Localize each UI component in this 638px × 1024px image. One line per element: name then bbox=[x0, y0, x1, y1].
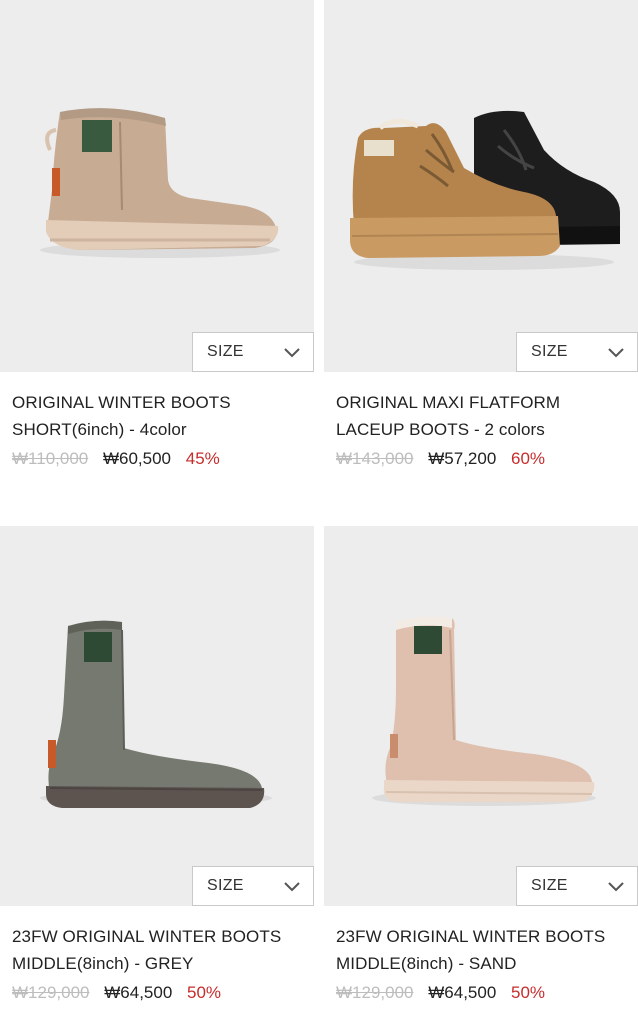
product-info: 23FW ORIGINAL WINTER BOOTS MIDDLE(8inch)… bbox=[0, 906, 314, 1004]
product-card[interactable]: SIZE 23FW ORIGINAL WINTER BOOTS MIDDLE(8… bbox=[324, 526, 638, 1004]
chevron-down-icon bbox=[608, 348, 624, 358]
product-name-line1[interactable]: ORIGINAL MAXI FLATFORM bbox=[336, 389, 638, 416]
size-label: SIZE bbox=[531, 343, 568, 360]
sale-price: ₩60,500 bbox=[102, 449, 172, 468]
sale-price: ₩64,500 bbox=[104, 983, 173, 1002]
size-dropdown[interactable]: SIZE bbox=[516, 866, 638, 906]
product-name-line1[interactable]: 23FW ORIGINAL WINTER BOOTS bbox=[336, 923, 638, 950]
product-name-line1[interactable]: ORIGINAL WINTER BOOTS bbox=[12, 389, 314, 416]
product-info: 23FW ORIGINAL WINTER BOOTS MIDDLE(8inch)… bbox=[324, 906, 638, 1004]
discount-rate: 50% bbox=[187, 983, 222, 1002]
chevron-down-icon bbox=[608, 882, 624, 892]
product-card[interactable]: SIZE ORIGINAL WINTER BOOTS SHORT(6inch) … bbox=[0, 0, 314, 470]
size-dropdown[interactable]: SIZE bbox=[192, 332, 314, 372]
product-name-line2[interactable]: LACEUP BOOTS - 2 colors bbox=[336, 416, 638, 443]
product-image[interactable]: SIZE bbox=[0, 0, 314, 372]
size-label: SIZE bbox=[207, 343, 244, 360]
size-label: SIZE bbox=[207, 877, 244, 894]
discount-rate: 60% bbox=[511, 449, 546, 468]
sale-price: ₩57,200 bbox=[428, 449, 497, 468]
product-grid: SIZE ORIGINAL WINTER BOOTS SHORT(6inch) … bbox=[0, 0, 638, 1024]
original-price: ₩110,000 bbox=[12, 449, 89, 468]
product-name-line1[interactable]: 23FW ORIGINAL WINTER BOOTS bbox=[12, 923, 314, 950]
original-price: ₩143,000 bbox=[336, 449, 414, 468]
boot-grey-image bbox=[40, 620, 272, 808]
price-row: ₩129,000 ₩64,500 50% bbox=[12, 982, 314, 1004]
product-card[interactable]: SIZE 23FW ORIGINAL WINTER BOOTS MIDDLE(8… bbox=[0, 526, 314, 1004]
discount-rate: 50% bbox=[511, 983, 546, 1002]
boot-platform-image bbox=[350, 110, 620, 270]
product-name-line2[interactable]: MIDDLE(8inch) - SAND bbox=[336, 950, 638, 977]
sale-price: ₩64,500 bbox=[428, 983, 497, 1002]
product-name[interactable]: 23FW ORIGINAL WINTER BOOTS MIDDLE(8inch)… bbox=[336, 923, 638, 977]
product-info: ORIGINAL WINTER BOOTS SHORT(6inch) - 4co… bbox=[0, 372, 314, 470]
price-row: ₩110,000 ₩60,500 45% bbox=[12, 448, 314, 470]
price-row: ₩143,000 ₩57,200 60% bbox=[336, 448, 638, 470]
boot-sand-image bbox=[372, 616, 596, 806]
chevron-down-icon bbox=[284, 882, 300, 892]
discount-rate: 45% bbox=[185, 449, 220, 468]
boot-short-image bbox=[40, 108, 280, 258]
product-name-line2[interactable]: SHORT(6inch) - 4color bbox=[12, 416, 314, 443]
size-dropdown[interactable]: SIZE bbox=[192, 866, 314, 906]
size-label: SIZE bbox=[531, 877, 568, 894]
product-info: ORIGINAL MAXI FLATFORM LACEUP BOOTS - 2 … bbox=[324, 372, 638, 470]
price-row: ₩129,000 ₩64,500 50% bbox=[336, 982, 638, 1004]
product-card[interactable]: SIZE ORIGINAL MAXI FLATFORM LACEUP BOOTS… bbox=[324, 0, 638, 470]
original-price: ₩129,000 bbox=[336, 983, 414, 1002]
chevron-down-icon bbox=[284, 348, 300, 358]
product-image[interactable]: SIZE bbox=[324, 526, 638, 906]
product-name-line2[interactable]: MIDDLE(8inch) - GREY bbox=[12, 950, 314, 977]
product-name[interactable]: ORIGINAL WINTER BOOTS SHORT(6inch) - 4co… bbox=[12, 389, 314, 443]
product-name[interactable]: 23FW ORIGINAL WINTER BOOTS MIDDLE(8inch)… bbox=[12, 923, 314, 977]
original-price: ₩129,000 bbox=[12, 983, 90, 1002]
product-name[interactable]: ORIGINAL MAXI FLATFORM LACEUP BOOTS - 2 … bbox=[336, 389, 638, 443]
product-image[interactable]: SIZE bbox=[0, 526, 314, 906]
product-image[interactable]: SIZE bbox=[324, 0, 638, 372]
size-dropdown[interactable]: SIZE bbox=[516, 332, 638, 372]
